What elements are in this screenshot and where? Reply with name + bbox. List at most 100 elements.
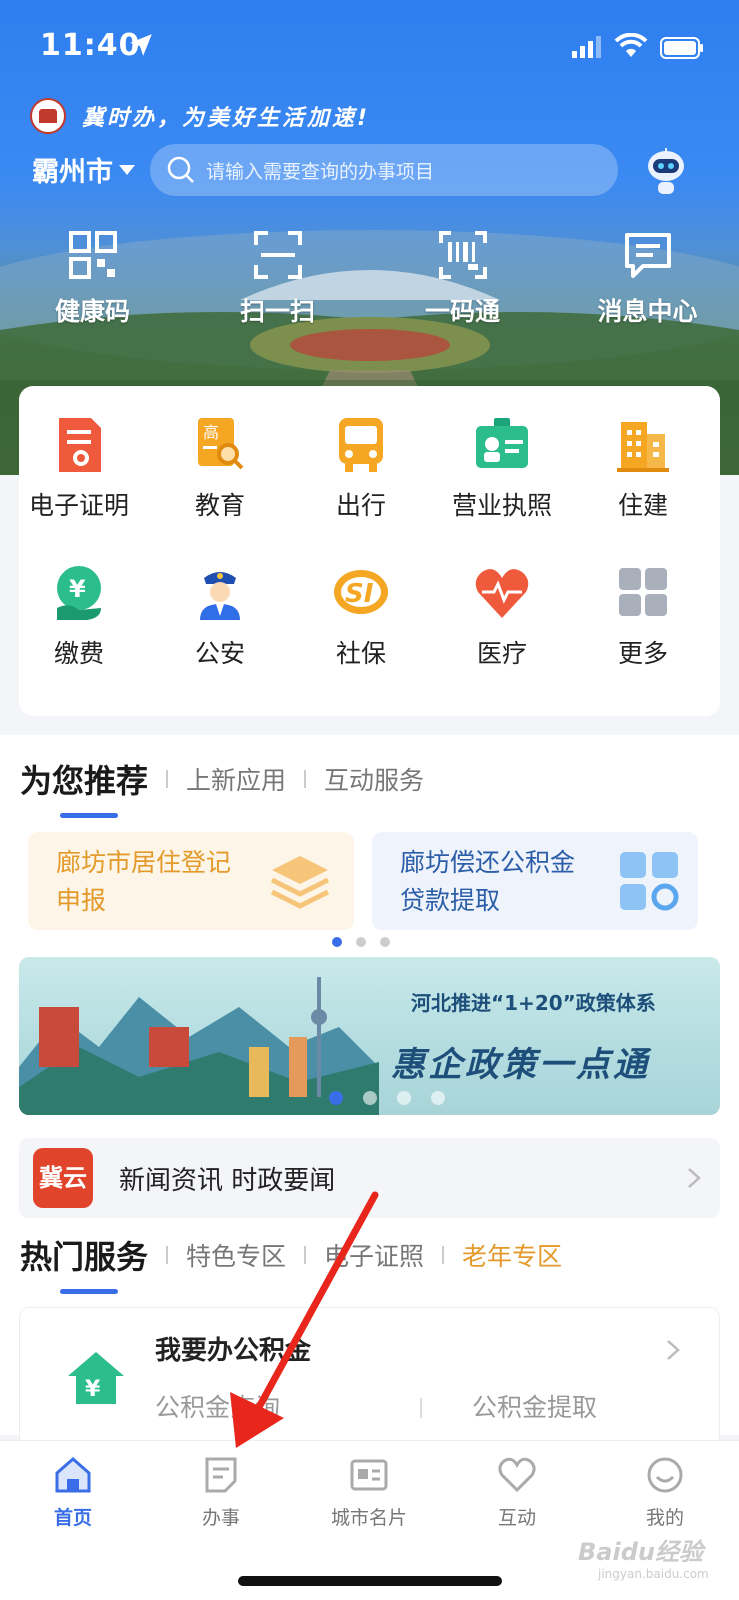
housing-fund-service[interactable]: ¥ 我要办公积金 公积金查询 公积金提取 [19, 1307, 720, 1447]
quick-action-label: 一码通 [424, 297, 500, 326]
watermark-domain: jingyan.baidu.com [598, 1567, 709, 1581]
tab-hot-services[interactable]: 热门服务 [20, 1232, 148, 1294]
service-label: 住建 [617, 491, 668, 520]
document-icon [205, 1457, 237, 1493]
robot-assistant-icon[interactable] [642, 146, 690, 196]
service-payment[interactable]: ¥ 缴费 [9, 564, 149, 670]
tab-divider [166, 1246, 169, 1264]
service-certificate[interactable]: 电子证明 [9, 416, 149, 522]
tab-recommend[interactable]: 为您推荐 [20, 756, 148, 818]
chevron-right-icon [667, 1340, 680, 1360]
search-icon [167, 156, 194, 183]
city-selector[interactable]: 霸州市 [32, 150, 135, 189]
home-indicator [238, 1576, 502, 1586]
service-social-security[interactable]: SI 社保 [291, 564, 431, 670]
service-business-license[interactable]: 营业执照 [432, 416, 572, 522]
banner-title: 惠企政策一点通 [391, 1045, 650, 1085]
banner-pagination [329, 1091, 445, 1105]
health-code-icon [68, 231, 117, 279]
service-transport[interactable]: 出行 [291, 416, 431, 522]
news-entry[interactable]: 冀云 新闻资讯 时政要闻 [19, 1138, 720, 1218]
quick-action-one-code[interactable]: 一码通 [370, 230, 555, 328]
service-label: 更多 [617, 639, 668, 668]
tab-new-apps[interactable]: 上新应用 [186, 761, 286, 797]
medical-heart-icon [475, 569, 529, 618]
service-medical[interactable]: 医疗 [432, 564, 572, 670]
layers-icon [270, 856, 330, 909]
location-arrow-icon [130, 34, 152, 56]
search-input[interactable]: 请输入需要查询的办事项目 [150, 144, 618, 196]
nav-label: 城市名片 [330, 1507, 407, 1529]
card-title: 廊坊市居住登记 [56, 848, 232, 877]
nav-label: 办事 [201, 1507, 240, 1529]
divider [420, 1398, 422, 1418]
service-education[interactable]: 高 教育 [150, 416, 290, 522]
service-grid: 电子证明 高 教育 出行 营业执照 住建 ¥ 缴费 公安 SI 社保 医疗 更多 [19, 386, 720, 716]
pagination-dot [380, 937, 390, 947]
quick-action-label: 扫一扫 [239, 297, 315, 326]
city-name: 霸州市 [32, 157, 113, 188]
quick-action-health-code[interactable]: 健康码 [0, 230, 185, 328]
recommend-card-housing-fund[interactable]: 廊坊偿还公积金 贷款提取 [372, 832, 698, 930]
card-title: 廊坊偿还公积金 [400, 848, 576, 877]
tab-featured[interactable]: 特色专区 [186, 1237, 286, 1273]
building-icon [617, 422, 669, 472]
svg-text:¥: ¥ [85, 1377, 101, 1402]
wifi-icon [614, 33, 648, 57]
house-yuan-icon: ¥ [68, 1352, 124, 1404]
nav-label: 互动 [497, 1507, 536, 1529]
pagination-dot [356, 937, 366, 947]
banner-illustration [19, 977, 379, 1115]
search-placeholder: 请输入需要查询的办事项目 [206, 160, 435, 183]
nav-city-card[interactable]: 城市名片 [309, 1455, 429, 1530]
tab-e-license[interactable]: 电子证照 [324, 1237, 424, 1273]
nav-profile[interactable]: 我的 [605, 1455, 725, 1530]
service-label: 公安 [194, 639, 245, 668]
service-police[interactable]: 公安 [150, 564, 290, 670]
service-more[interactable]: 更多 [573, 564, 713, 670]
bus-icon [339, 418, 383, 472]
nav-services[interactable]: 办事 [161, 1455, 281, 1530]
slogan-banner: 冀时办，为美好生活加速! [30, 96, 370, 136]
svg-text:¥: ¥ [69, 575, 86, 603]
message-icon [624, 233, 671, 278]
service-label: 社保 [335, 639, 386, 668]
tab-interactive[interactable]: 互动服务 [324, 761, 424, 797]
recommend-card-residence[interactable]: 廊坊市居住登记 申报 [28, 832, 354, 930]
nav-label: 我的 [645, 1507, 684, 1529]
license-icon [476, 418, 528, 468]
pagination-dot [332, 937, 342, 947]
heart-icon [498, 1457, 536, 1493]
policy-banner[interactable]: 河北推进“1+20”政策体系 惠企政策一点通 [19, 957, 720, 1115]
social-security-icon: SI [334, 570, 388, 614]
housing-fund-query-link[interactable]: 公积金查询 [155, 1388, 280, 1424]
scan-icon [253, 231, 302, 279]
status-bar: 11:40 [0, 0, 739, 90]
service-label: 营业执照 [451, 491, 552, 520]
baidu-watermark: Baidu经验 jingyan.baidu.com [578, 1532, 709, 1581]
nav-home[interactable]: 首页 [13, 1455, 133, 1530]
quick-action-scan[interactable]: 扫一扫 [185, 230, 370, 328]
nav-interact[interactable]: 互动 [457, 1455, 577, 1530]
housing-fund-withdraw-link[interactable]: 公积金提取 [472, 1388, 597, 1424]
profile-icon [647, 1457, 683, 1493]
quick-action-label: 消息中心 [597, 297, 698, 326]
card-subtitle: 申报 [56, 886, 107, 915]
recommend-tabs: 为您推荐 上新应用 互动服务 [20, 754, 424, 818]
emblem-logo [30, 98, 66, 134]
service-housing[interactable]: 住建 [573, 416, 713, 522]
police-icon [200, 572, 240, 620]
home-icon [55, 1457, 91, 1493]
tab-elderly[interactable]: 老年专区 [462, 1237, 562, 1273]
service-label: 教育 [194, 491, 245, 520]
quick-action-messages[interactable]: 消息中心 [555, 230, 739, 328]
service-label: 出行 [335, 491, 386, 520]
chevron-down-icon [119, 164, 135, 175]
certificate-icon [59, 418, 101, 472]
svg-text:高: 高 [203, 423, 219, 442]
recommend-pagination [332, 937, 390, 947]
payment-icon: ¥ [57, 566, 101, 620]
quick-actions: 健康码 扫一扫 一码通 消息中心 [0, 230, 739, 340]
tab-divider [304, 770, 307, 788]
battery-icon [660, 37, 703, 59]
